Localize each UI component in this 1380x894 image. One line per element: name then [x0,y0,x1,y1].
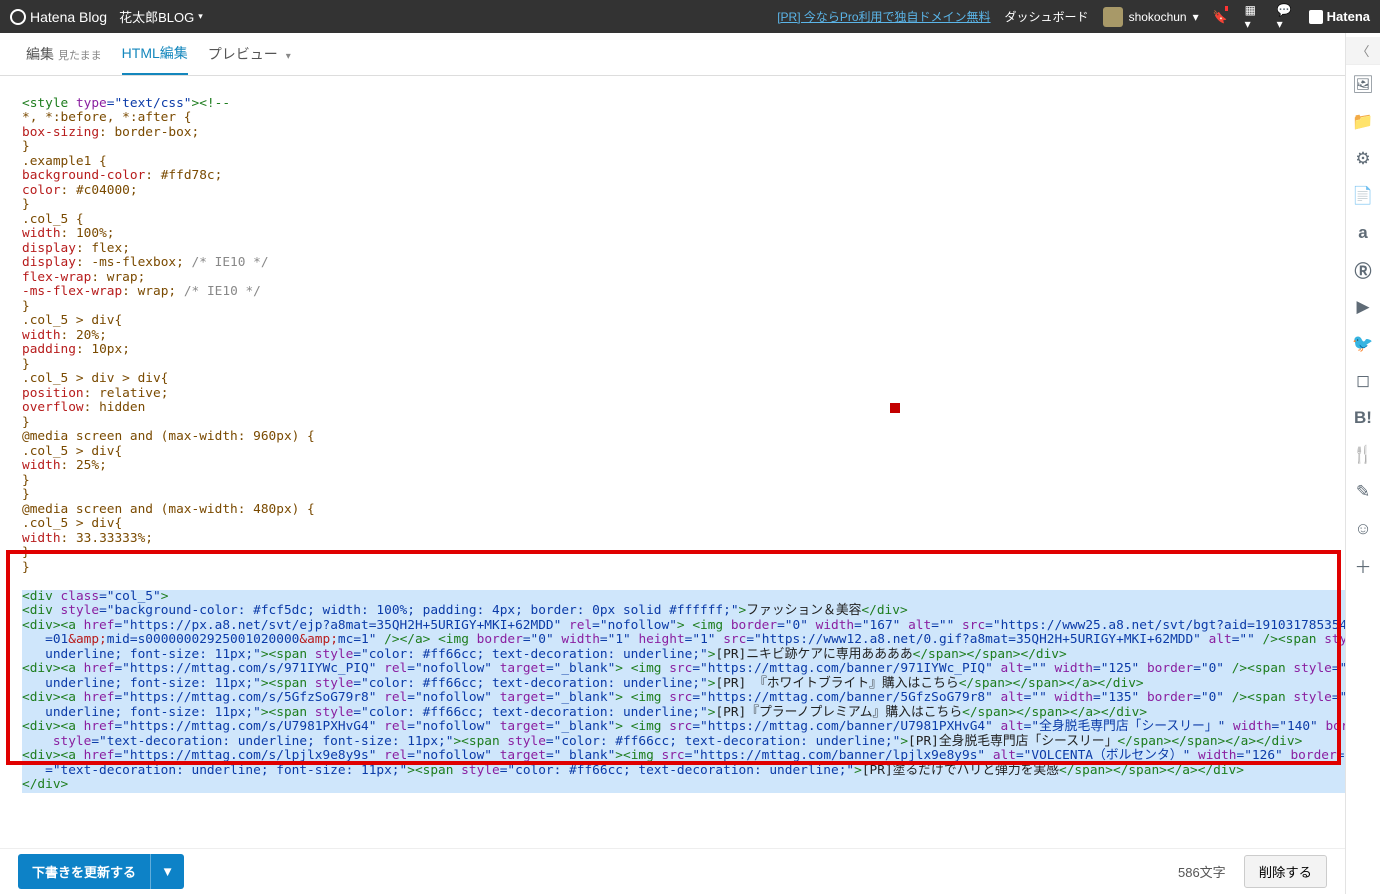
dashboard-link[interactable]: ダッシュボード [1005,8,1089,25]
comments-icon[interactable]: 💬 ▾ [1277,8,1295,26]
footer-right: 586文字 削除する [1178,855,1327,888]
side-toolbar: 〈 🖼 📁 ⚙ 📄 a Ⓡ ▶ 🐦 ◻ B! 🍴 ✎ ☺ ＋ [1345,33,1380,894]
logo-mark-icon [10,9,26,25]
hatena-bookmark-icon[interactable]: B! [1346,400,1380,435]
editor-footer: 下書きを更新する ▼ 586文字 削除する [0,848,1345,894]
update-dropdown-button[interactable]: ▼ [150,854,184,889]
apps-grid-icon[interactable]: ▦ ▾ [1245,8,1263,26]
topbar-left: Hatena Blog 花太郎BLOG [10,7,203,26]
update-button-group: 下書きを更新する ▼ [18,854,184,889]
amazon-icon[interactable]: a [1346,215,1380,250]
html-code-editor[interactable]: <style type="text/css"><!-- *, *:before,… [0,76,1380,836]
instagram-icon[interactable]: ◻ [1346,363,1380,398]
topbar: Hatena Blog 花太郎BLOG [PR] 今ならPro利用で独自ドメイン… [0,0,1380,33]
avatar-icon [1103,7,1123,27]
topbar-right: [PR] 今ならPro利用で独自ドメイン無料 ダッシュボード shokochun… [777,7,1370,27]
youtube-icon[interactable]: ▶ [1346,289,1380,324]
gear-icon[interactable]: ⚙ [1346,141,1380,176]
logo-text: Hatena Blog [30,9,107,25]
editor-tabs: 編集見たまま HTML編集 プレビュー [0,33,1380,76]
update-draft-button[interactable]: 下書きを更新する [18,854,150,889]
restaurant-icon[interactable]: 🍴 [1346,437,1380,472]
tab-preview[interactable]: プレビュー [208,44,291,74]
hatena-brand[interactable]: Hatena [1309,9,1370,24]
image-icon[interactable]: 🖼 [1346,67,1380,102]
delete-button[interactable]: 削除する [1244,855,1327,888]
folder-icon[interactable]: 📁 [1346,104,1380,139]
bookmark-icon[interactable]: 🔖 [1213,8,1231,26]
document-icon[interactable]: 📄 [1346,178,1380,213]
pr-promo-link[interactable]: [PR] 今ならPro利用で独自ドメイン無料 [777,8,990,25]
hatena-blog-logo[interactable]: Hatena Blog [10,9,107,25]
tab-edit[interactable]: 編集見たまま [26,44,102,74]
red-marker-annotation [890,403,900,413]
blog-title-dropdown[interactable]: 花太郎BLOG [119,7,203,26]
pen-icon[interactable]: ✎ [1346,474,1380,509]
editor-wrap: <style type="text/css"><!-- *, *:before,… [0,76,1380,836]
character-count: 586文字 [1178,862,1226,881]
hatena-icon [1309,10,1323,24]
collapse-sidebar-icon[interactable]: 〈 [1346,37,1380,65]
user-menu[interactable]: shokochun ▾ [1103,7,1199,27]
add-icon[interactable]: ＋ [1346,548,1380,583]
tab-html-edit[interactable]: HTML編集 [122,43,188,75]
twitter-icon[interactable]: 🐦 [1346,326,1380,361]
smile-icon[interactable]: ☺ [1346,511,1380,546]
rakuten-icon[interactable]: Ⓡ [1346,252,1380,287]
